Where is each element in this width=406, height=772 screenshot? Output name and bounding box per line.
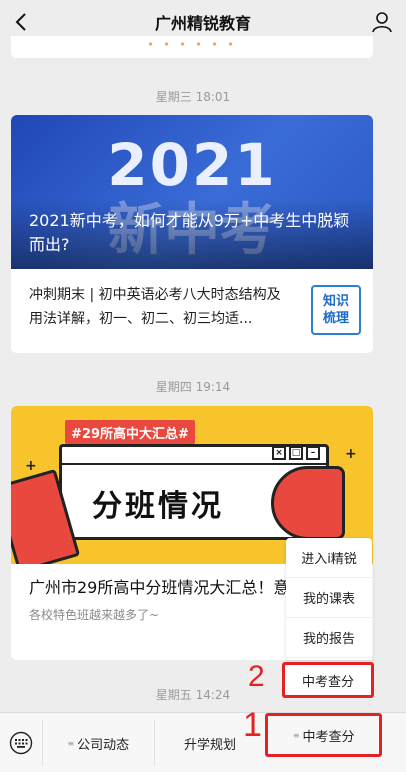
keyboard-icon <box>9 731 33 755</box>
page-title: 广州精锐教育 <box>154 14 251 33</box>
megaphone-icon <box>271 466 345 540</box>
thumb-text: 知识 <box>322 294 349 309</box>
submenu-item-ijingrui[interactable]: 进入i精锐 <box>286 538 372 578</box>
menu-item-label: 升学规划 <box>184 737 237 753</box>
sub-article-title: 冲刺期末 | 初中英语必考八大时态结构及用法详解，初一、初二、初三均适... <box>29 287 281 327</box>
submenu-popup: 进入i精锐 我的课表 我的报告 <box>286 538 372 660</box>
annotation-number: 1 <box>243 706 262 744</box>
menu-item-company-news[interactable]: ≡ 公司动态 <box>42 720 154 766</box>
menu-icon: ≡ <box>292 730 300 740</box>
decor-dots: • • • • • • <box>147 38 237 51</box>
plus-icon: + <box>345 446 357 462</box>
menu-item-label: 中考查分 <box>302 729 355 745</box>
menu-icon: ≡ <box>67 738 75 748</box>
submenu-item-schedule[interactable]: 我的课表 <box>286 578 372 618</box>
article-title[interactable]: 2021新中考，如何才能从9万+中考生中脱颖而出? <box>29 209 359 257</box>
menu-item-exam-score[interactable]: ≡ 中考查分 <box>265 713 383 757</box>
copy-icon: □ <box>289 446 303 460</box>
thumb-text: 梳理 <box>322 311 349 326</box>
bottom-menu-bar: ≡ 公司动态 升学规划 ≡ 中考查分 <box>0 712 406 772</box>
timestamp: 星期三 18:01 <box>155 90 231 104</box>
sub-article[interactable]: 冲刺期末 | 初中英语必考八大时态结构及用法详解，初一、初二、初三均适... 知… <box>11 269 373 353</box>
keyboard-button[interactable] <box>0 713 42 772</box>
back-button[interactable] <box>10 10 32 34</box>
close-icon: × <box>272 446 286 460</box>
profile-button[interactable] <box>370 10 394 34</box>
article-card[interactable]: 2021 新中考 2021新中考，如何才能从9万+中考生中脱颖而出? 冲刺期末 … <box>11 115 373 353</box>
sub-article-thumbnail: 知识 梳理 <box>311 285 361 335</box>
annotation-number: 2 <box>248 660 265 693</box>
submenu-item-exam-score[interactable]: 中考查分 <box>282 662 374 698</box>
banner-tag: #29所高中大汇总# <box>65 420 195 444</box>
minimize-icon: – <box>306 446 320 460</box>
article-banner[interactable]: 2021 新中考 2021新中考，如何才能从9万+中考生中脱颖而出? <box>11 115 373 269</box>
submenu-item-report[interactable]: 我的报告 <box>286 618 372 658</box>
chevron-left-icon <box>15 13 26 31</box>
banner-word: 分班情况 <box>92 489 224 524</box>
plus-icon: + <box>25 458 37 474</box>
person-icon <box>372 12 392 33</box>
menu-item-label: 公司动态 <box>77 737 130 753</box>
timestamp: 星期四 19:14 <box>155 380 231 394</box>
previous-card[interactable]: • • • • • • <box>11 36 373 58</box>
